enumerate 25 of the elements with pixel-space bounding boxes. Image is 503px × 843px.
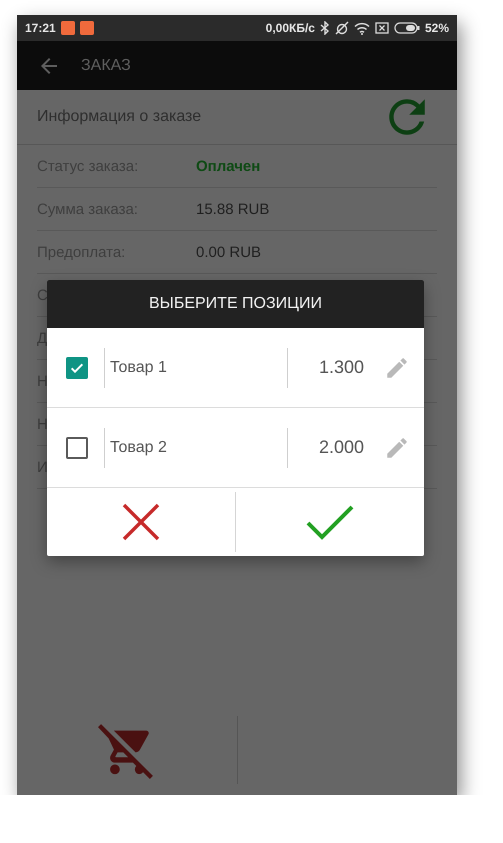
checkbox[interactable] <box>66 356 88 378</box>
section-title: Информация о заказе <box>37 108 202 126</box>
quantity: 2.000 <box>318 437 364 458</box>
network-speed: 0,00КБ/с <box>266 21 315 35</box>
refresh-icon[interactable] <box>387 97 427 137</box>
clock: 17:21 <box>25 21 56 35</box>
status-value: Оплачен <box>196 158 260 174</box>
battery-icon <box>394 22 420 34</box>
item-name: Товар 1 <box>110 358 168 376</box>
dialog-title: ВЫБЕРИТЕ ПОЗИЦИИ <box>47 280 424 328</box>
wifi-icon <box>354 22 370 34</box>
notification-icon <box>60 21 75 35</box>
battery-percent: 52% <box>424 21 449 35</box>
notification-icon <box>80 21 94 35</box>
field-value: 15.88 RUB <box>196 200 270 218</box>
sim-card-icon <box>374 22 389 34</box>
close-icon <box>122 503 160 541</box>
alarm-off-icon <box>334 21 349 35</box>
quantity: 1.300 <box>318 357 364 378</box>
checkmark-icon <box>306 503 354 541</box>
item-name: Товар 2 <box>110 438 168 456</box>
screen-title: ЗАКАЗ <box>81 56 131 74</box>
bluetooth-icon <box>320 21 330 35</box>
checkbox[interactable] <box>66 436 88 458</box>
field-value: 0.00 RUB <box>196 244 262 260</box>
